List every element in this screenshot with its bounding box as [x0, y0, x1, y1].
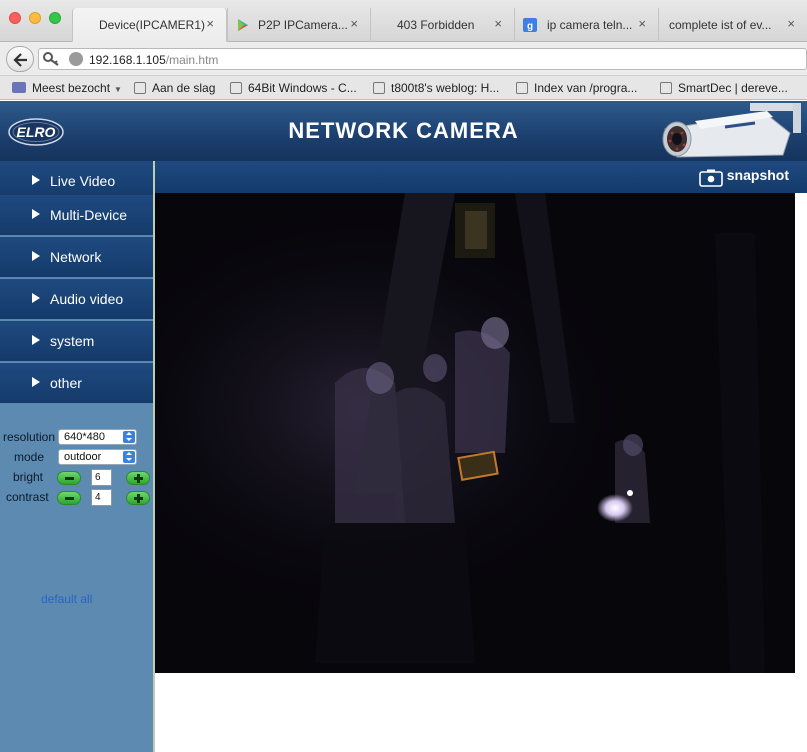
snapshot-button[interactable]: snapshot — [698, 167, 789, 187]
tab-close-icon[interactable]: × — [350, 16, 358, 31]
play-arrow-icon — [32, 377, 40, 387]
bright-increase-button[interactable] — [126, 471, 150, 485]
contrast-decrease-button[interactable] — [57, 491, 81, 505]
close-window-button[interactable] — [9, 12, 21, 24]
page-icon — [373, 82, 385, 94]
menu-item-other[interactable]: other — [0, 363, 153, 404]
tab-p2p-ipcamera[interactable]: P2P IPCamera... × — [227, 8, 370, 42]
bookmark-label: Index van /progra... — [534, 81, 638, 95]
tab-title: ip camera teln... — [547, 18, 633, 32]
bookmark-label: 64Bit Windows - C... — [248, 81, 357, 95]
tab-title: P2P IPCamera... — [258, 18, 348, 32]
url-text: 192.168.1.105/main.htm — [89, 53, 218, 67]
address-bar[interactable]: 192.168.1.105/main.htm — [38, 48, 807, 70]
back-arrow-icon — [13, 53, 27, 67]
sidebar: Live Video Multi-Device Network Audio vi… — [0, 161, 153, 752]
default-all-link[interactable]: default all — [41, 592, 92, 606]
menu-item-audio-video[interactable]: Audio video — [0, 279, 153, 320]
google-icon: g — [523, 18, 537, 32]
bookmark-label: SmartDec | dereve... — [678, 81, 788, 95]
navigation-bar: 192.168.1.105/main.htm — [0, 42, 807, 76]
bright-label: bright — [13, 470, 44, 484]
menu-item-network[interactable]: Network — [0, 237, 153, 278]
page-icon — [230, 82, 242, 94]
tab-close-icon[interactable]: × — [787, 16, 795, 31]
menu-item-label: Live Video — [50, 173, 116, 189]
key-icon — [43, 52, 59, 66]
play-arrow-icon — [32, 209, 40, 219]
bookmarks-bar: Meest bezocht ▼ Aan de slag 64Bit Windows… — [0, 76, 807, 100]
play-arrow-icon — [32, 293, 40, 303]
resolution-label: resolution — [3, 430, 56, 444]
svg-text:g: g — [527, 21, 533, 32]
url-host: 192.168.1.105 — [89, 53, 166, 67]
menu-item-label: Multi-Device — [50, 207, 128, 223]
menu-item-label: Network — [50, 249, 102, 265]
browser-tab-bar: Device(IPCAMER1) × P2P IPCamera... × 403… — [0, 0, 807, 42]
minimize-window-button[interactable] — [29, 12, 41, 24]
play-arrow-icon — [32, 251, 40, 261]
contrast-value: 4 — [91, 489, 112, 506]
tab-title: complete ist of ev... — [669, 18, 772, 32]
globe-icon — [69, 52, 83, 66]
chevron-down-icon: ▼ — [114, 85, 122, 94]
tab-close-icon[interactable]: × — [494, 16, 502, 31]
bright-value: 6 — [91, 469, 112, 486]
video-toolbar: snapshot — [155, 161, 807, 193]
menu-item-system[interactable]: system — [0, 321, 153, 362]
zoom-window-button[interactable] — [49, 12, 61, 24]
page-icon — [134, 82, 146, 94]
menu-item-label: other — [50, 375, 82, 391]
page-header: ELRO NETWORK CAMERA — [0, 101, 807, 161]
select-arrows-icon — [123, 451, 135, 463]
mode-select[interactable]: outdoor — [58, 449, 137, 465]
minus-icon — [65, 477, 74, 480]
bookmark-label: Meest bezocht — [32, 81, 111, 95]
url-path: /main.htm — [165, 53, 219, 67]
play-arrow-icon — [32, 175, 40, 185]
bookmark-t800t8-weblog[interactable]: t800t8's weblog: H... — [373, 81, 499, 95]
bookmark-smartdec[interactable]: SmartDec | dereve... — [660, 81, 788, 95]
mode-value: outdoor — [64, 451, 102, 463]
bookmark-label: t800t8's weblog: H... — [391, 81, 500, 95]
play-arrow-icon — [32, 335, 40, 345]
tab-close-icon[interactable]: × — [638, 16, 646, 31]
live-video-feed[interactable] — [155, 193, 795, 673]
tab-title: Device(IPCAMER1) — [99, 18, 206, 32]
snapshot-label: snapshot — [726, 167, 789, 183]
menu-item-label: system — [50, 333, 95, 349]
bookmark-meest-bezocht[interactable]: Meest bezocht ▼ — [12, 81, 122, 95]
resolution-select[interactable]: 640*480 — [58, 429, 137, 445]
camera-icon — [698, 169, 723, 187]
minus-icon — [65, 497, 74, 500]
select-arrows-icon — [123, 431, 135, 443]
bright-decrease-button[interactable] — [57, 471, 81, 485]
tab-close-icon[interactable]: × — [206, 16, 214, 31]
menu-item-label: Audio video — [50, 291, 124, 307]
mode-label: mode — [14, 450, 45, 464]
tab-ip-camera-telnet[interactable]: g ip camera teln... × — [514, 8, 658, 42]
back-button[interactable] — [6, 46, 34, 72]
camera-web-page: ELRO NETWORK CAMERA Live Video Multi-Dev… — [0, 101, 807, 752]
folder-icon — [12, 82, 26, 93]
tab-403-forbidden[interactable]: 403 Forbidden × — [370, 8, 514, 42]
tab-complete-list[interactable]: complete ist of ev... × — [658, 8, 807, 42]
bookmark-aan-de-slag[interactable]: Aan de slag — [134, 81, 215, 95]
tab-title: 403 Forbidden — [397, 18, 475, 32]
bookmark-index-van-programs[interactable]: Index van /progra... — [516, 81, 637, 95]
bookmark-64bit-windows[interactable]: 64Bit Windows - C... — [230, 81, 357, 95]
page-icon — [660, 82, 672, 94]
bookmark-label: Aan de slag — [152, 81, 216, 95]
tab-device-ipcamer1[interactable]: Device(IPCAMER1) × — [72, 8, 227, 42]
security-camera-icon — [662, 103, 801, 158]
video-frame — [155, 193, 795, 673]
contrast-label: contrast — [6, 490, 49, 504]
menu-item-multi-device[interactable]: Multi-Device — [0, 195, 153, 236]
resolution-value: 640*480 — [64, 431, 105, 443]
google-play-icon — [238, 19, 248, 31]
contrast-increase-button[interactable] — [126, 491, 150, 505]
page-icon — [516, 82, 528, 94]
